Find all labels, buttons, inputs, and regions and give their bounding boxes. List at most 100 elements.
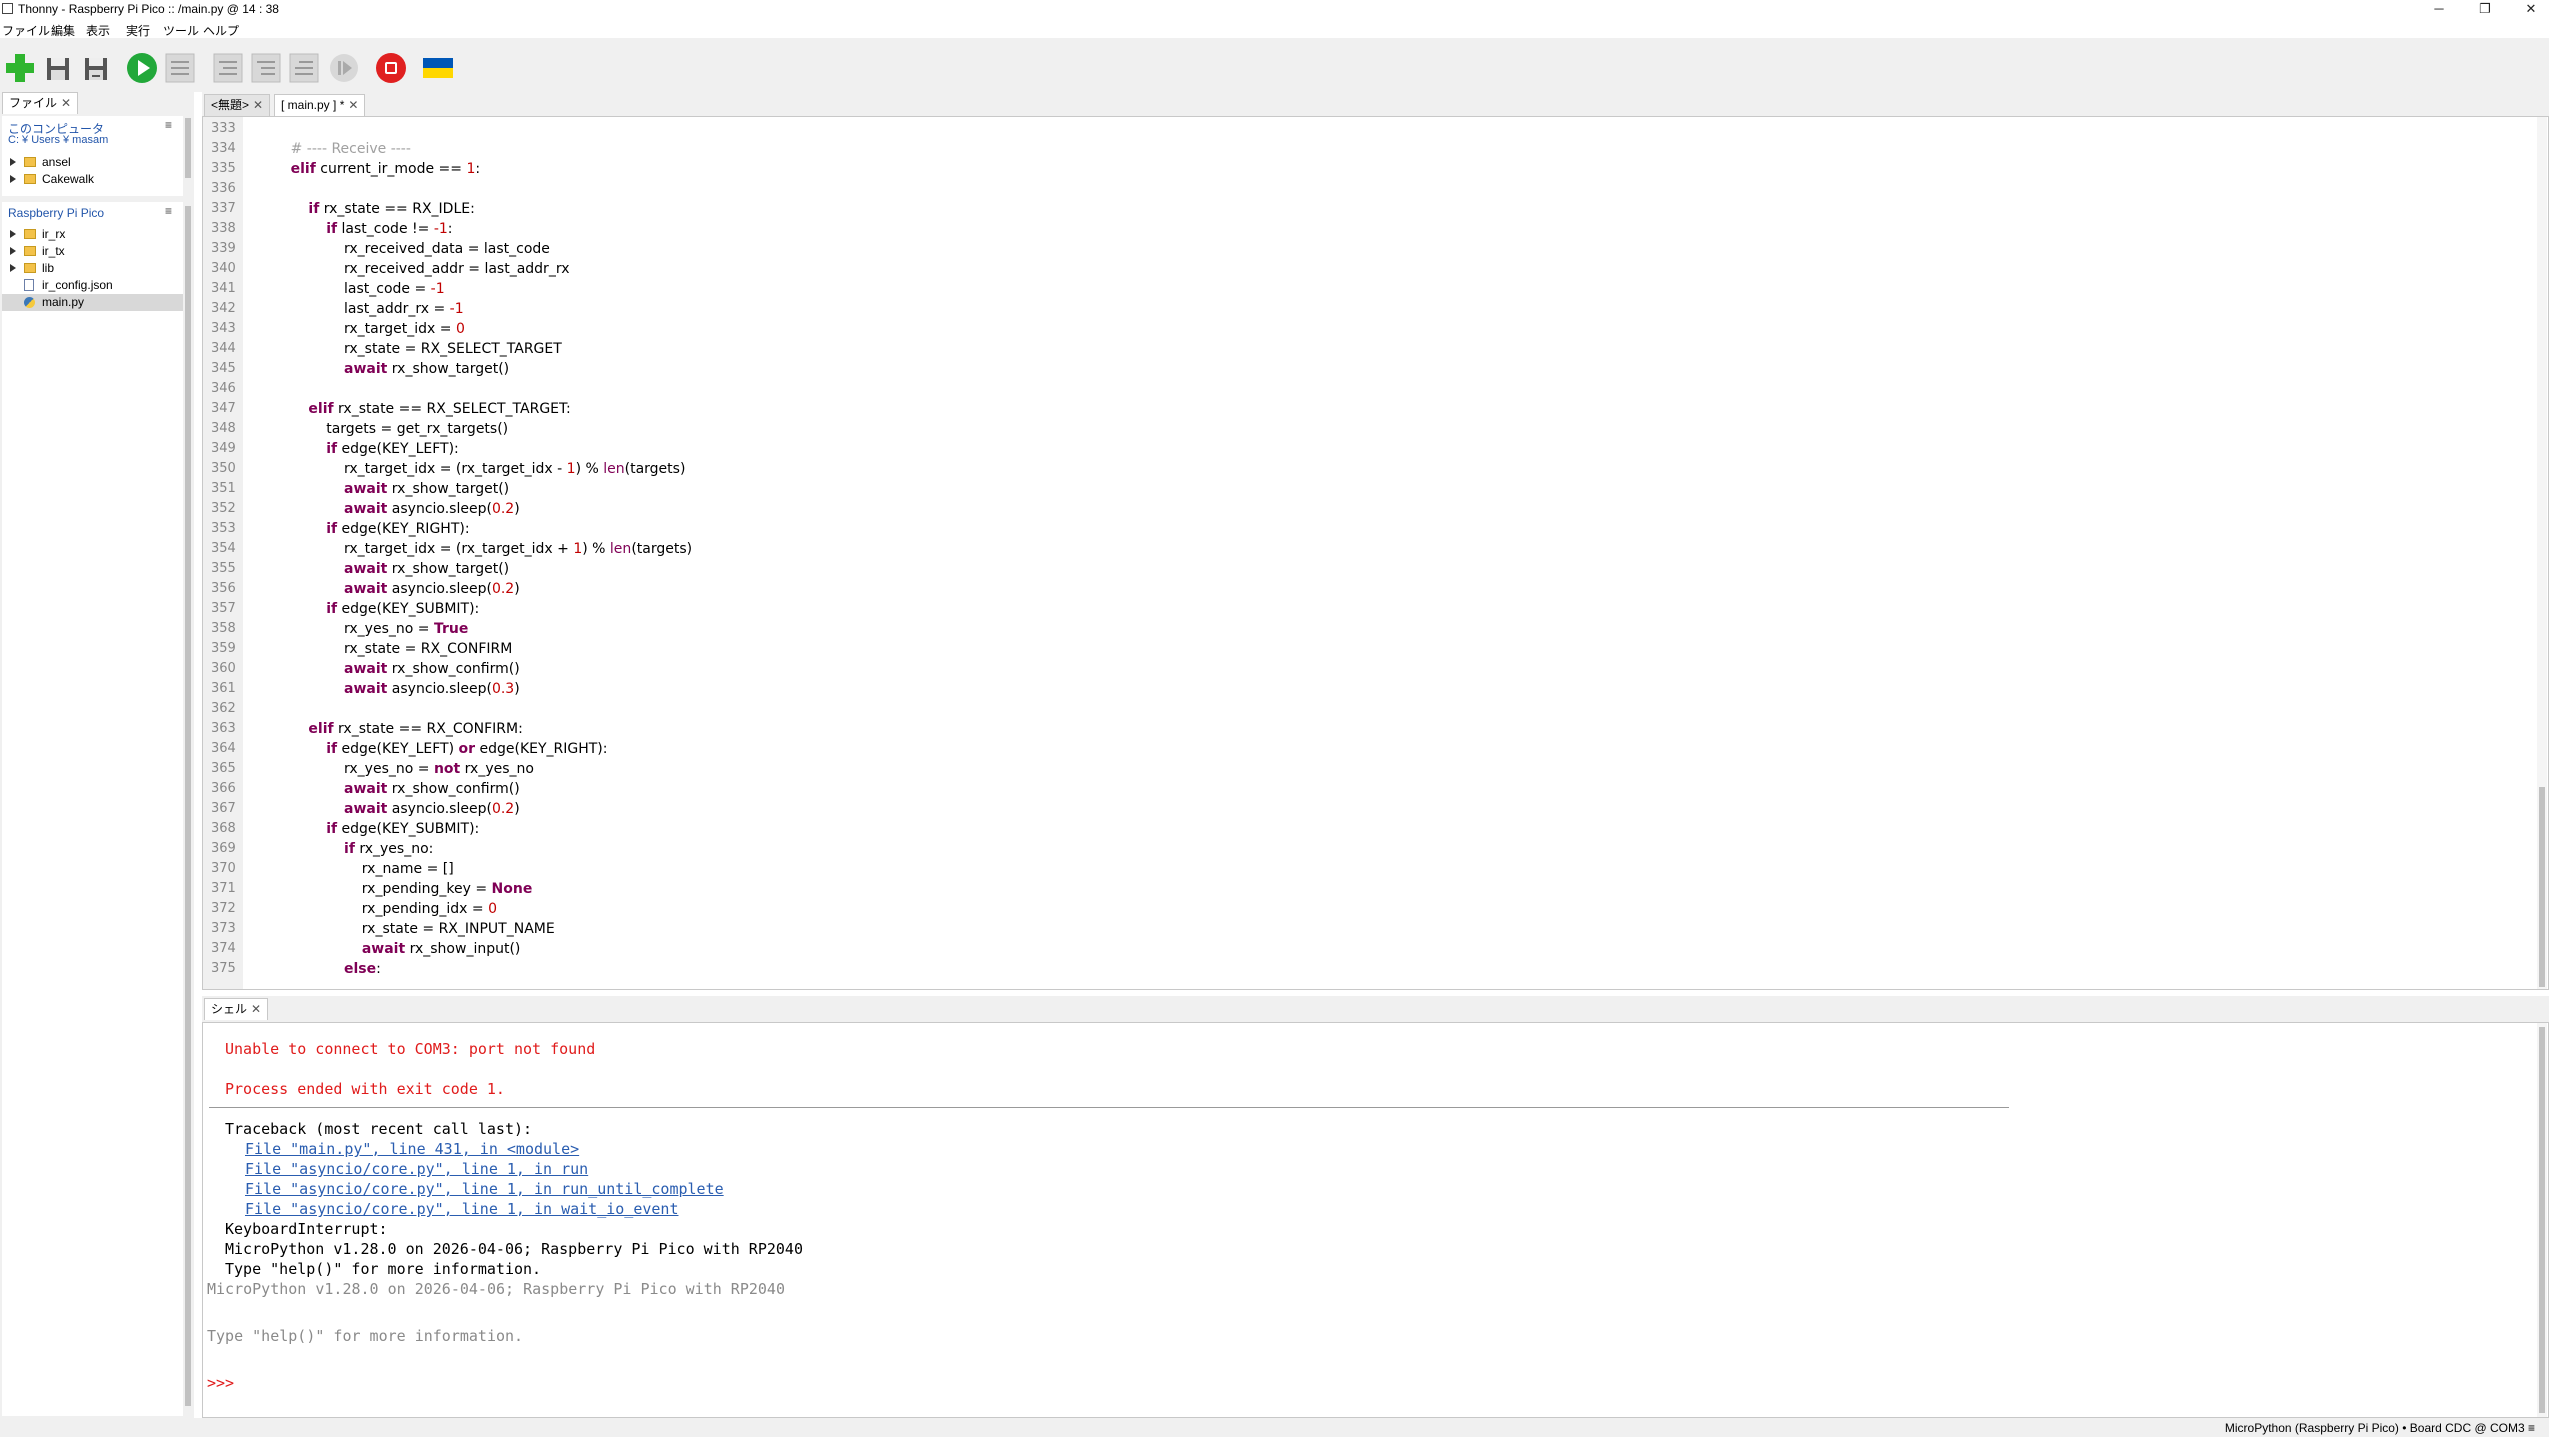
tree-item-cakewalk[interactable]: Cakewalk [2, 171, 184, 188]
run-icon[interactable] [126, 52, 158, 84]
menu-run[interactable]: 実行 [126, 22, 150, 39]
expand-icon[interactable] [10, 175, 16, 183]
tree-item-ir-tx[interactable]: ir_tx [2, 243, 184, 260]
menu-edit[interactable]: 編集 [51, 22, 75, 39]
code-text[interactable]: rx_target_idx = (rx_target_idx - 1) % le… [255, 459, 685, 479]
tree-item-ir-config[interactable]: ir_config.json [2, 277, 184, 294]
code-text[interactable]: rx_received_addr = last_addr_rx [255, 259, 569, 279]
line-number: 372 [211, 901, 236, 916]
code-text[interactable]: targets = get_rx_targets() [255, 419, 508, 439]
code-text[interactable]: if rx_state == RX_IDLE: [255, 199, 474, 219]
menu-tools[interactable]: ツール [163, 22, 199, 39]
code-text[interactable]: rx_yes_no = not rx_yes_no [255, 759, 534, 779]
tree-item-ansel[interactable]: ansel [2, 154, 184, 171]
close-icon[interactable]: ✕ [253, 98, 263, 112]
tab-main-py[interactable]: [ main.py ] * ✕ [274, 94, 366, 116]
expand-icon[interactable] [10, 247, 16, 255]
computer-scrollbar[interactable] [183, 116, 193, 196]
code-text[interactable]: await rx_show_confirm() [255, 659, 520, 679]
stop-icon[interactable] [375, 52, 407, 84]
line-number: 334 [211, 141, 236, 156]
save-file-icon[interactable] [80, 52, 112, 84]
shell-console[interactable]: Unable to connect to COM3: port not foun… [202, 1022, 2549, 1418]
code-text[interactable]: await rx_show_input() [255, 939, 521, 959]
traceback-link[interactable]: File "asyncio/core.py", line 1, in wait_… [245, 1199, 678, 1219]
code-text[interactable]: rx_target_idx = (rx_target_idx + 1) % le… [255, 539, 692, 559]
traceback-link[interactable]: File "asyncio/core.py", line 1, in run [245, 1159, 588, 1179]
code-text[interactable]: if rx_yes_no: [255, 839, 433, 859]
resume-icon[interactable] [328, 52, 360, 84]
device-scrollbar[interactable] [183, 202, 193, 1416]
debug-icon[interactable] [164, 52, 196, 84]
code-text[interactable]: elif rx_state == RX_CONFIRM: [255, 719, 522, 739]
tab-untitled[interactable]: <無題> ✕ [204, 94, 271, 116]
code-text[interactable]: if edge(KEY_LEFT) or edge(KEY_RIGHT): [255, 739, 607, 759]
code-text[interactable]: await rx_show_target() [255, 559, 509, 579]
step-into-icon[interactable] [250, 52, 282, 84]
minimize-button[interactable]: ─ [2416, 0, 2462, 18]
menu-help[interactable]: ヘルプ [203, 22, 239, 39]
code-text[interactable]: last_code = -1 [255, 279, 445, 299]
code-text[interactable]: if edge(KEY_SUBMIT): [255, 819, 479, 839]
editor-scrollbar[interactable] [2537, 117, 2547, 989]
interpreter-status[interactable]: MicroPython (Raspberry Pi Pico) • Board … [2225, 1421, 2535, 1435]
code-text[interactable]: rx_state = RX_CONFIRM [255, 639, 512, 659]
new-file-icon[interactable] [4, 52, 36, 84]
code-text[interactable]: last_addr_rx = -1 [255, 299, 464, 319]
open-file-icon[interactable] [42, 52, 74, 84]
code-text[interactable]: rx_target_idx = 0 [255, 319, 465, 339]
code-text[interactable]: rx_yes_no = True [255, 619, 468, 639]
tab-shell[interactable]: シェル ✕ [204, 998, 269, 1020]
step-over-icon[interactable] [212, 52, 244, 84]
tab-files[interactable]: ファイル ✕ [2, 92, 79, 114]
tree-item-ir-rx[interactable]: ir_rx [2, 226, 184, 243]
code-text[interactable]: # ---- Receive ---- [255, 139, 411, 159]
code-text[interactable]: await rx_show_confirm() [255, 779, 520, 799]
code-text[interactable]: rx_pending_idx = 0 [255, 899, 497, 919]
traceback-link[interactable]: File "main.py", line 431, in <module> [245, 1139, 579, 1159]
folder-icon [24, 263, 36, 273]
code-text[interactable]: rx_name = [] [255, 859, 454, 879]
files-panel: ファイル ✕ このコンピュータ ≡ C: ¥ Users ¥ masam anse… [0, 92, 194, 1418]
code-text[interactable]: rx_pending_key = None [255, 879, 533, 899]
code-text[interactable]: else: [255, 959, 381, 979]
maximize-button[interactable]: ❐ [2462, 0, 2508, 18]
code-text[interactable]: await rx_show_target() [255, 359, 509, 379]
code-text[interactable]: if edge(KEY_SUBMIT): [255, 599, 479, 619]
device-header[interactable]: Raspberry Pi Pico [8, 206, 104, 220]
line-number: 364 [211, 741, 236, 756]
line-number: 375 [211, 961, 236, 976]
code-text[interactable]: rx_received_data = last_code [255, 239, 550, 259]
traceback-link[interactable]: File "asyncio/core.py", line 1, in run_u… [245, 1179, 724, 1199]
code-text[interactable]: rx_state = RX_SELECT_TARGET [255, 339, 562, 359]
tree-item-main-py[interactable]: main.py [2, 294, 184, 311]
menu-icon[interactable]: ≡ [165, 204, 172, 218]
code-text[interactable]: if last_code != -1: [255, 219, 452, 239]
code-text[interactable]: await asyncio.sleep(0.3) [255, 679, 520, 699]
code-editor[interactable]: 333 334 # ---- Receive ---- 335 elif curre… [202, 116, 2549, 990]
code-text[interactable]: await asyncio.sleep(0.2) [255, 799, 520, 819]
code-text[interactable]: await asyncio.sleep(0.2) [255, 499, 520, 519]
close-icon[interactable]: ✕ [61, 96, 71, 110]
code-text[interactable]: await asyncio.sleep(0.2) [255, 579, 520, 599]
code-text[interactable]: if edge(KEY_LEFT): [255, 439, 459, 459]
expand-icon[interactable] [10, 264, 16, 272]
expand-icon[interactable] [10, 158, 16, 166]
code-text[interactable]: elif current_ir_mode == 1: [255, 159, 481, 179]
expand-icon[interactable] [10, 230, 16, 238]
code-text[interactable]: rx_state = RX_INPUT_NAME [255, 919, 555, 939]
close-icon[interactable]: ✕ [251, 1002, 261, 1016]
code-text[interactable]: await rx_show_target() [255, 479, 509, 499]
folder-icon [24, 229, 36, 239]
code-text[interactable]: elif rx_state == RX_SELECT_TARGET: [255, 399, 570, 419]
shell-scrollbar[interactable] [2537, 1023, 2547, 1417]
close-icon[interactable]: ✕ [348, 98, 358, 112]
close-button[interactable]: ✕ [2508, 0, 2549, 18]
step-out-icon[interactable] [288, 52, 320, 84]
ukraine-flag-icon[interactable] [422, 52, 454, 84]
code-text[interactable]: if edge(KEY_RIGHT): [255, 519, 469, 539]
menu-view[interactable]: 表示 [86, 22, 110, 39]
menu-icon[interactable]: ≡ [165, 118, 172, 132]
menu-file[interactable]: ファイル [2, 22, 50, 39]
tree-item-lib[interactable]: lib [2, 260, 184, 277]
